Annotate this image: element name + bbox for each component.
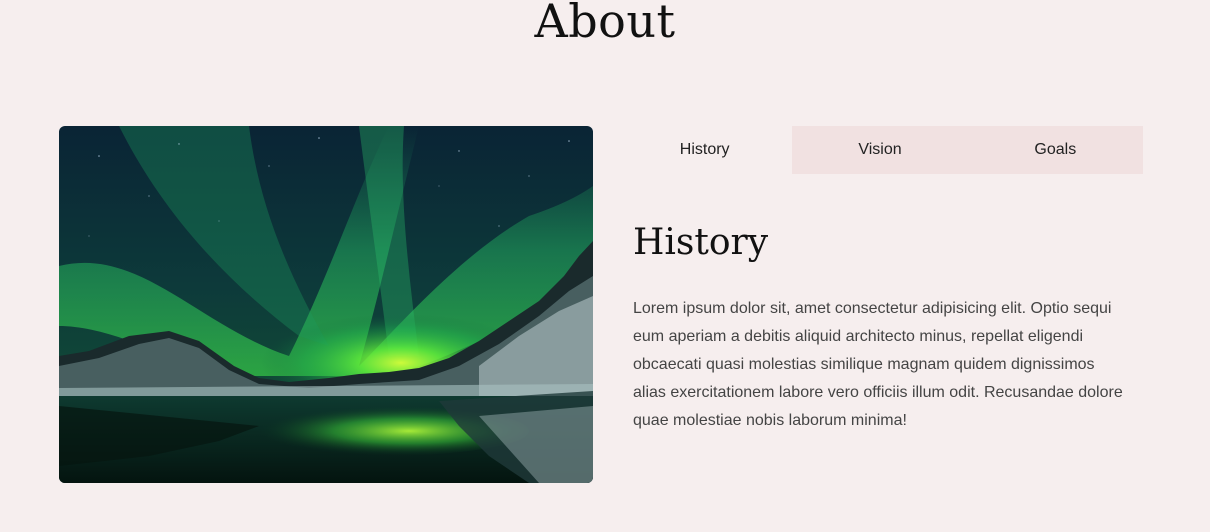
panel-body-text: Lorem ipsum dolor sit, amet consectetur … <box>633 300 1123 429</box>
tab-history[interactable]: History <box>617 126 793 174</box>
panel-heading: History <box>633 222 769 263</box>
section-title: About <box>534 0 676 48</box>
tab-vision[interactable]: Vision <box>792 126 968 174</box>
about-tabs: History Vision Goals <box>617 126 1143 174</box>
aurora-landscape-photo <box>59 126 593 483</box>
tab-goals[interactable]: Goals <box>967 126 1143 174</box>
